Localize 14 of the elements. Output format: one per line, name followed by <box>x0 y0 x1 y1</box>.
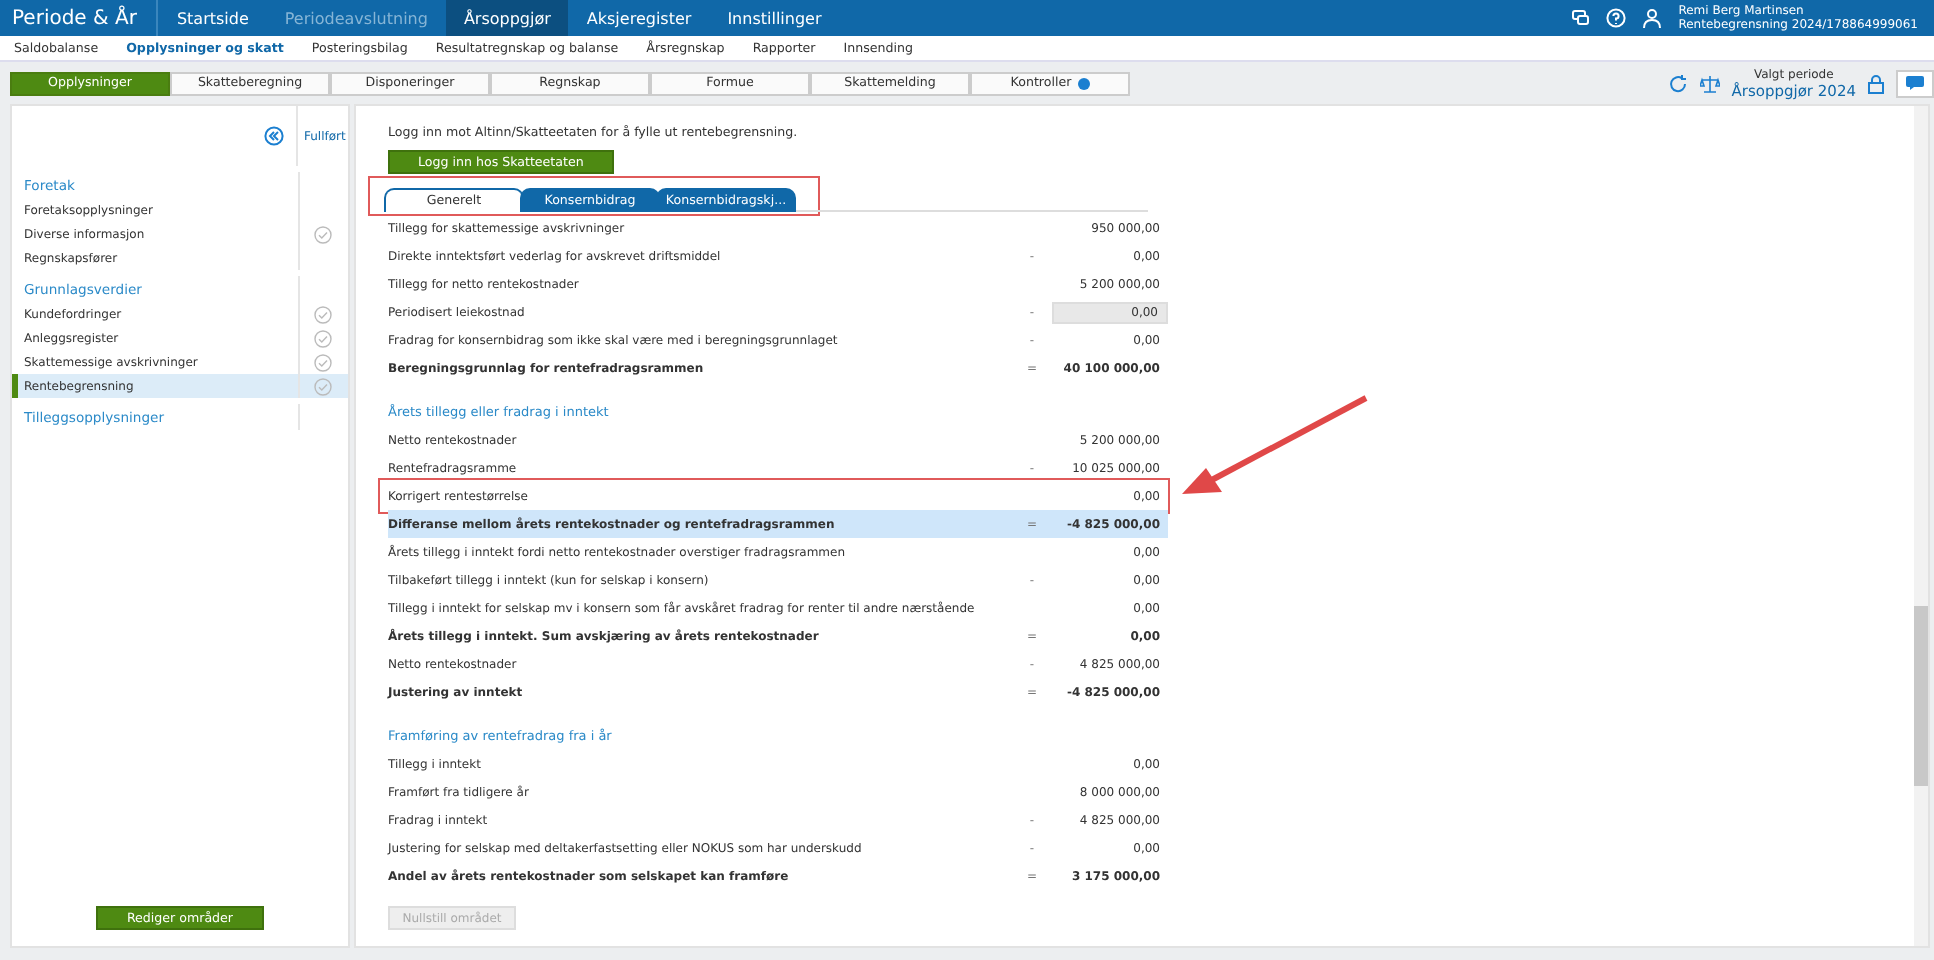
collapse-icon[interactable] <box>264 126 284 146</box>
nav-tab[interactable]: Årsoppgjør <box>445 0 569 36</box>
help-icon[interactable] <box>1606 8 1627 28</box>
lock-icon[interactable] <box>1868 73 1884 93</box>
refresh-icon[interactable] <box>1667 73 1688 93</box>
nav-tab[interactable]: Aksjeregister <box>568 0 710 36</box>
chat-icon <box>1906 76 1924 90</box>
user-icon[interactable] <box>1642 8 1663 28</box>
nav-tab[interactable]: Innstillinger <box>709 0 840 36</box>
scrollbar-thumb[interactable] <box>1914 606 1928 786</box>
chat-button[interactable] <box>1896 69 1934 97</box>
nav-tab[interactable]: Startside <box>158 0 267 36</box>
scale-icon[interactable] <box>1699 73 1720 93</box>
chat-icon[interactable] <box>1572 10 1591 26</box>
